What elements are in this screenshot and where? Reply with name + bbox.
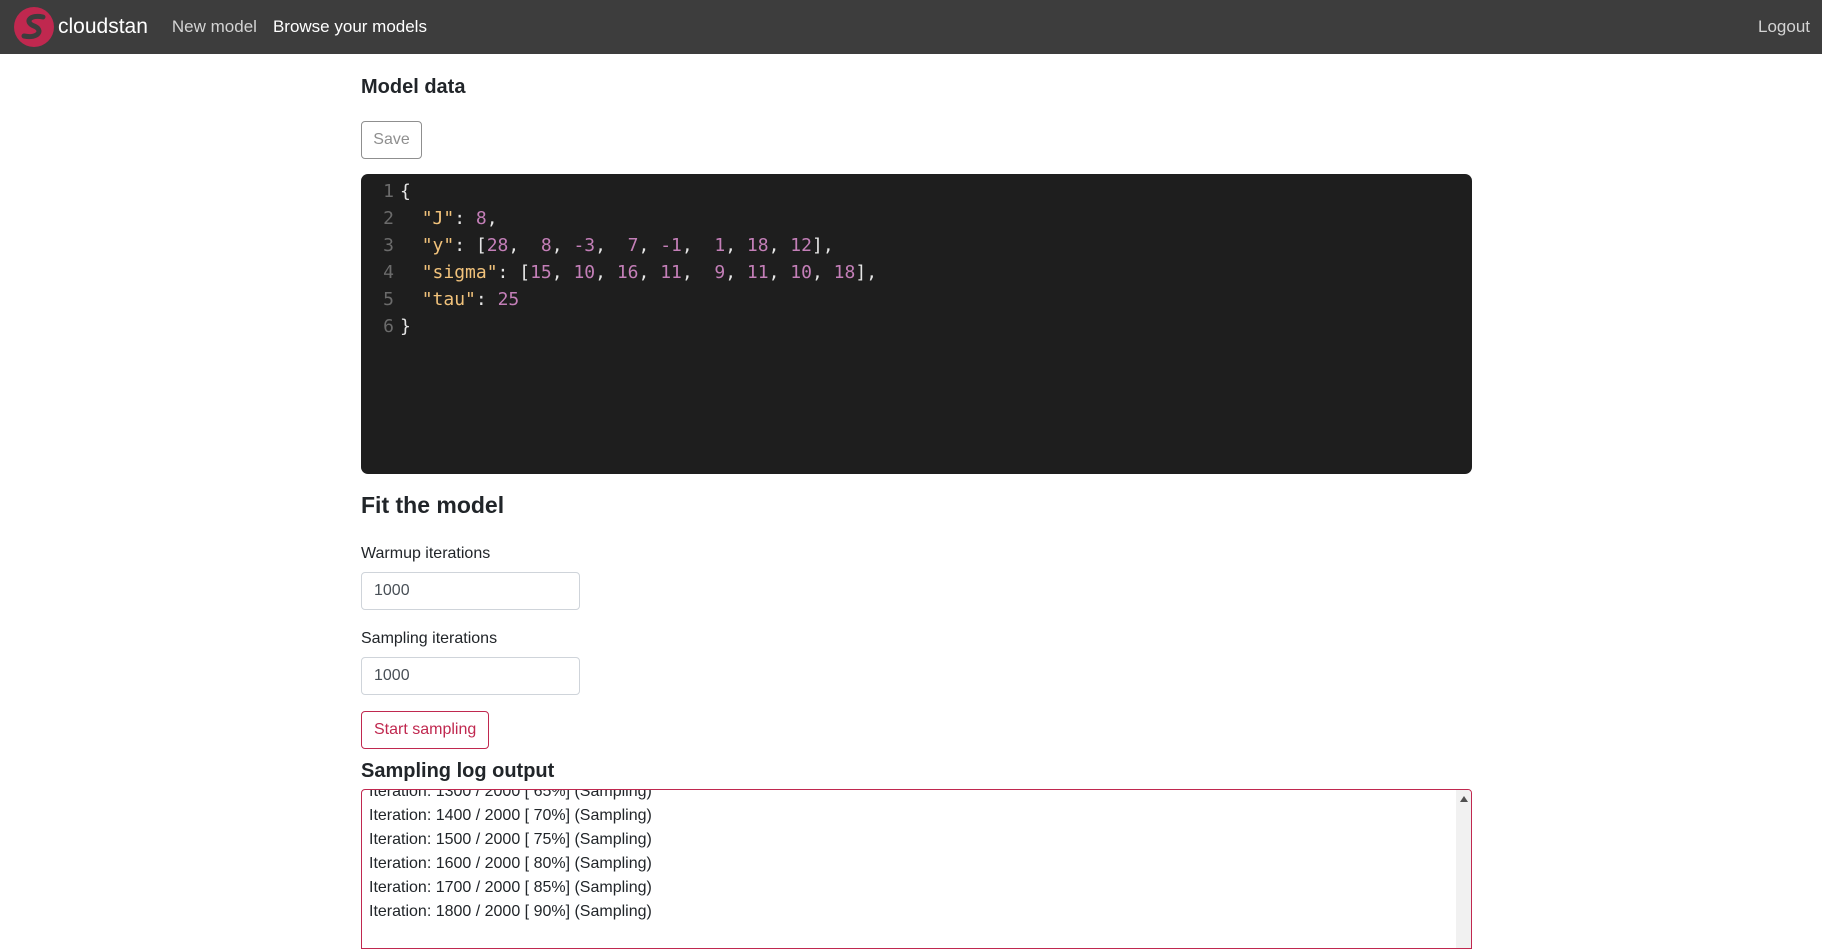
code-token: : [ [454, 235, 487, 256]
code-line[interactable]: 4 "sigma": [15, 10, 16, 11, 9, 11, 10, 1… [361, 259, 1472, 286]
code-token: , [486, 208, 498, 229]
code-line[interactable]: 6} [361, 313, 1472, 340]
navbar: cloudstan New model Browse your models L… [0, 0, 1822, 54]
save-button[interactable]: Save [361, 121, 422, 159]
code-text: } [394, 313, 411, 340]
code-token: , [551, 235, 574, 256]
model-data-editor[interactable]: 1{2 "J": 8, 3 "y": [28, 8, -3, 7, -1, 1, … [361, 174, 1472, 474]
log-scrollbar[interactable] [1456, 790, 1471, 948]
code-token: 7 [627, 235, 639, 256]
code-token: 28 [486, 235, 509, 256]
code-line[interactable]: 5 "tau": 25 [361, 286, 1472, 313]
code-line[interactable]: 3 "y": [28, 8, -3, 7, -1, 1, 18, 12], [361, 232, 1472, 259]
code-text: "tau": 25 [394, 286, 520, 313]
code-line[interactable]: 2 "J": 8, [361, 205, 1472, 232]
log-line: Iteration: 1500 / 2000 [ 75%] (Sampling) [369, 831, 652, 848]
line-number: 5 [383, 289, 394, 310]
code-text: { [394, 178, 411, 205]
brand-name: cloudstan [58, 15, 148, 38]
log-line: Iteration: 1400 / 2000 [ 70%] (Sampling) [369, 807, 652, 824]
model-data-heading: Model data [361, 76, 466, 98]
line-number: 4 [383, 262, 394, 283]
nav-browse-models[interactable]: Browse your models [273, 17, 427, 37]
code-token: , [595, 235, 628, 256]
scroll-up-arrow-icon[interactable] [1460, 796, 1468, 802]
code-text: "sigma": [15, 10, 16, 11, 9, 11, 10, 18]… [394, 259, 877, 286]
code-token: 16 [616, 262, 639, 283]
start-sampling-button[interactable]: Start sampling [361, 711, 490, 749]
code-token: , [638, 235, 661, 256]
cloudstan-logo-icon [14, 7, 54, 47]
main-content: Model data Save 1{2 "J": 8, 3 "y": [28, 8… [361, 54, 1472, 949]
line-number: 6 [383, 316, 394, 337]
code-token: 1 [714, 235, 726, 256]
log-lines: Iteration: 1300 / 2000 [ 65%] (Sampling)… [369, 789, 652, 924]
log-line: Iteration: 1300 / 2000 [ 65%] (Sampling) [369, 789, 652, 800]
code-token: 11 [660, 262, 682, 283]
code-token: "J" [421, 208, 455, 229]
code-token: 12 [790, 235, 812, 256]
code-token: 8 [475, 208, 487, 229]
sampling-label: Sampling iterations [361, 630, 498, 647]
code-token: ], [811, 235, 834, 256]
code-token: 18 [746, 235, 769, 256]
code-token: } [400, 316, 411, 337]
code-token: 25 [497, 289, 520, 310]
code-token: 10 [573, 262, 596, 283]
code-token: , [768, 262, 791, 283]
code-token: "sigma" [421, 262, 498, 283]
code-token: 9 [714, 262, 726, 283]
code-token: , [811, 262, 834, 283]
code-token: , [725, 262, 747, 283]
code-token: "y" [421, 235, 455, 256]
code-token: , [508, 235, 541, 256]
line-number: 2 [383, 208, 394, 229]
code-token: : [475, 289, 498, 310]
log-line: Iteration: 1600 / 2000 [ 80%] (Sampling) [369, 855, 652, 872]
nav-new-model[interactable]: New model [172, 17, 257, 37]
fit-model-heading: Fit the model [361, 492, 505, 518]
code-token: 8 [540, 235, 552, 256]
line-number: 3 [383, 235, 394, 256]
code-token: , [551, 262, 574, 283]
log-heading: Sampling log output [361, 760, 555, 782]
code-text: "J": 8, [394, 205, 498, 232]
code-token: 10 [790, 262, 812, 283]
code-token: , [638, 262, 661, 283]
code-token: { [400, 181, 411, 202]
code-token: -1 [660, 235, 682, 256]
logout-link[interactable]: Logout [1758, 17, 1810, 37]
warmup-input[interactable] [361, 572, 580, 610]
code-token: , [595, 262, 617, 283]
code-token: , [681, 235, 715, 256]
sampling-input[interactable] [361, 657, 580, 695]
code-token: ], [855, 262, 878, 283]
code-token: -3 [573, 235, 596, 256]
log-line: Iteration: 1800 / 2000 [ 90%] (Sampling) [369, 903, 652, 920]
code-token: 15 [530, 262, 552, 283]
code-token: : [ [497, 262, 531, 283]
code-token: "tau" [421, 289, 476, 310]
sampling-log-output[interactable]: Iteration: 1300 / 2000 [ 65%] (Sampling)… [361, 789, 1472, 949]
code-token: , [768, 235, 791, 256]
code-token: , [725, 235, 747, 256]
code-token: 11 [746, 262, 769, 283]
code-token: : [454, 208, 476, 229]
code-token: , [681, 262, 715, 283]
brand-link[interactable]: cloudstan [12, 5, 148, 49]
code-line[interactable]: 1{ [361, 178, 1472, 205]
line-number: 1 [383, 181, 394, 202]
log-line: Iteration: 1700 / 2000 [ 85%] (Sampling) [369, 879, 652, 896]
warmup-label: Warmup iterations [361, 545, 491, 562]
code-token: 18 [833, 262, 856, 283]
code-text: "y": [28, 8, -3, 7, -1, 1, 18, 12], [394, 232, 834, 259]
